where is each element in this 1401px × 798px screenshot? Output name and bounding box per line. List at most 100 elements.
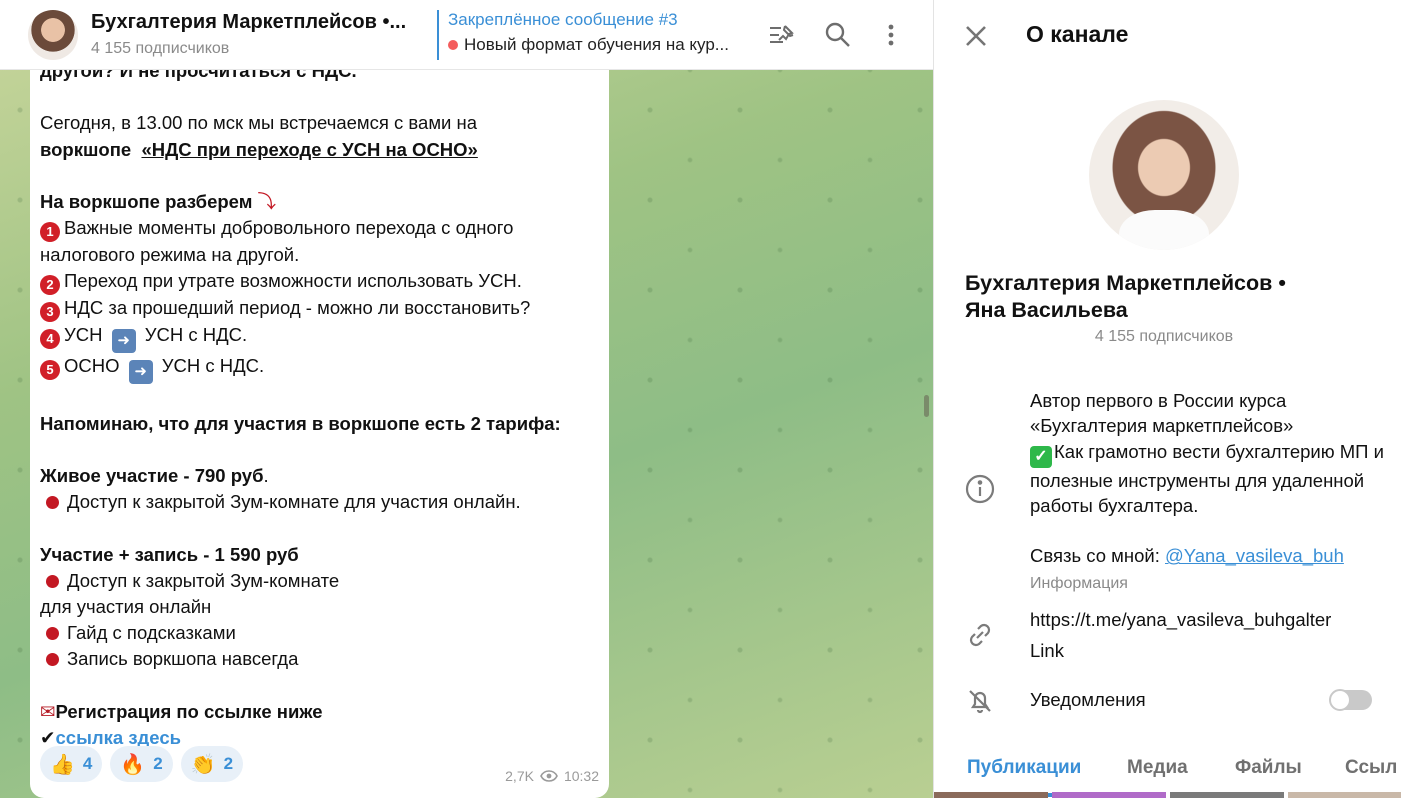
toggle-knob xyxy=(1329,689,1351,711)
reaction-fire[interactable]: 🔥 2 xyxy=(110,746,173,782)
tariff-title: Участие + запись - 1 590 руб xyxy=(40,543,299,565)
channel-name-line: Яна Васильева xyxy=(965,298,1128,322)
chat-area: Бухгалтерия Маркетплейсов •... 4 155 под… xyxy=(0,0,933,798)
reactions: 👍 4 🔥 2 👏 2 xyxy=(40,746,244,782)
info-icon xyxy=(965,474,995,504)
view-count: 2,7K xyxy=(505,768,534,784)
red-bullet-icon xyxy=(46,653,59,667)
reaction-count: 2 xyxy=(223,754,234,773)
channel-link[interactable]: https://t.me/yana_vasileva_buhgalter xyxy=(1030,609,1331,631)
notifications-toggle[interactable] xyxy=(1329,689,1372,711)
tab-links[interactable]: Ссыл xyxy=(1345,757,1397,779)
list-item: Запись воркшопа навсегда xyxy=(67,648,299,670)
list-item: Переход при утрате возможности использов… xyxy=(64,270,522,292)
message-bubble: другой? И не просчитаться с НДС. Сегодня… xyxy=(30,48,609,798)
arrow-right-icon: ➜ xyxy=(128,360,153,385)
tab-media[interactable]: Медиа xyxy=(1127,757,1188,779)
number-two-icon: 2 xyxy=(40,275,60,296)
channel-name: Бухгалтерия Маркетплейсов • Яна Васильев… xyxy=(965,270,1345,324)
list-item: НДС за прошедший период - можно ли восст… xyxy=(64,297,531,319)
number-four-icon: 4 xyxy=(40,329,60,350)
thumbnail[interactable] xyxy=(934,792,1048,798)
tariff-title-dot: . xyxy=(263,465,269,487)
contact-label: Связь со мной: xyxy=(1030,545,1165,567)
list-item: для участия онлайн xyxy=(40,596,212,618)
channel-description: Автор первого в России курса «Бухгалтери… xyxy=(1030,388,1385,596)
scrollbar-thumb[interactable] xyxy=(924,395,929,417)
thumbnail[interactable] xyxy=(1288,792,1401,798)
link-icon xyxy=(969,623,991,647)
check-mark-icon: ✓ xyxy=(1030,445,1052,468)
thumbs-up-icon: 👍 xyxy=(50,753,75,776)
thumbnail[interactable] xyxy=(1052,792,1166,798)
reaction-thumbs-up[interactable]: 👍 4 xyxy=(40,746,103,782)
subscriber-count: 4 155 подписчиков xyxy=(91,40,230,57)
workshop-title-link[interactable]: «НДС при переходе с УСН на ОСНО» xyxy=(141,139,477,160)
clap-icon: 👏 xyxy=(190,753,216,776)
channel-name-line: Бухгалтерия Маркетплейсов • xyxy=(965,271,1286,295)
red-bullet-icon xyxy=(46,496,59,510)
message-line: Сегодня, в 13.00 по мск мы встречаемся с… xyxy=(40,112,478,134)
arrow-right-icon: ➜ xyxy=(111,329,136,354)
description-text: Автор первого в России курса «Бухгалтери… xyxy=(1030,390,1294,437)
message-meta: 2,7K 10:32 xyxy=(505,768,599,784)
channel-avatar[interactable] xyxy=(28,10,78,60)
eye-icon xyxy=(540,770,558,782)
media-tabs: Публикации Медиа Файлы Ссыл xyxy=(934,746,1401,798)
pinned-message[interactable]: Закреплённое сообщение #3 Новый формат о… xyxy=(437,10,747,60)
list-item: УСН с НДС. xyxy=(144,324,248,346)
bell-off-icon xyxy=(969,690,991,714)
reaction-clap[interactable]: 👏 2 xyxy=(180,746,244,782)
message-time: 10:32 xyxy=(563,768,599,784)
tab-files[interactable]: Файлы xyxy=(1235,757,1302,779)
red-bullet-icon xyxy=(46,627,59,641)
message-heading: На воркшопе разберем xyxy=(40,191,253,213)
red-bullet-icon xyxy=(46,574,59,588)
close-icon[interactable] xyxy=(962,22,990,50)
number-one-icon: 1 xyxy=(40,222,60,243)
pinned-list-icon[interactable] xyxy=(767,20,797,50)
channel-photo[interactable] xyxy=(1089,100,1239,250)
number-three-icon: 3 xyxy=(40,302,60,323)
pinned-preview: Новый формат обучения на кур... xyxy=(464,35,729,54)
contact-mention-link[interactable]: @Yana_vasileva_buh xyxy=(1165,545,1344,566)
message-heading: Регистрация по ссылке ниже xyxy=(55,700,323,722)
message-text: другой? И не просчитаться с НДС. Сегодня… xyxy=(40,58,600,751)
post-thumbnails xyxy=(934,792,1401,798)
info-caption: Информация xyxy=(1030,574,1128,592)
list-item: УСН с НДС. xyxy=(161,355,265,377)
channel-info-panel: О канале Бухгалтерия Маркетплейсов • Яна… xyxy=(933,0,1401,798)
envelope-icon: ✉ xyxy=(40,700,56,722)
panel-title: О канале xyxy=(1026,21,1129,47)
list-item: Гайд с подсказками xyxy=(67,622,236,644)
checkmark-icon: ✔ xyxy=(40,727,56,749)
list-item: Доступ к закрытой Зум-комнате для участи… xyxy=(67,491,521,513)
list-item: Доступ к закрытой Зум-комнате xyxy=(67,569,340,591)
photo-detail xyxy=(1119,210,1209,250)
description-text: Как грамотно вести бухгалтерию МП и поле… xyxy=(1030,440,1390,516)
fire-icon: 🔥 xyxy=(120,753,146,776)
tariff-title: Живое участие - 790 руб xyxy=(40,465,264,487)
channel-title[interactable]: Бухгалтерия Маркетплейсов •... xyxy=(91,11,406,34)
message-heading: Напоминаю, что для участия в воркшопе ес… xyxy=(40,412,561,434)
notifications-label: Уведомления xyxy=(1030,689,1146,710)
tab-publications[interactable]: Публикации xyxy=(967,757,1081,779)
reaction-count: 4 xyxy=(82,754,93,773)
pinned-title: Закреплённое сообщение #3 xyxy=(448,10,678,29)
more-vertical-icon[interactable] xyxy=(876,20,906,50)
number-five-icon: 5 xyxy=(40,360,60,381)
reaction-count: 2 xyxy=(153,754,163,773)
message-bold: воркшопе xyxy=(40,138,132,160)
list-item: УСН xyxy=(64,324,103,346)
chat-header[interactable]: Бухгалтерия Маркетплейсов •... 4 155 под… xyxy=(0,0,933,70)
list-item: Важные моменты добровольного перехода с … xyxy=(40,217,519,266)
list-item: ОСНО xyxy=(64,355,120,377)
thumbnail[interactable] xyxy=(1170,792,1284,798)
red-circle-icon xyxy=(448,40,458,50)
arrow-down-icon: ⤵ xyxy=(257,191,277,213)
panel-subscriber-count: 4 155 подписчиков xyxy=(1094,328,1234,345)
search-icon[interactable] xyxy=(823,20,853,50)
registration-link[interactable]: ссылка здесь xyxy=(56,727,181,748)
pinned-text: Новый формат обучения на кур... xyxy=(448,35,747,55)
link-caption: Link xyxy=(1030,640,1064,661)
